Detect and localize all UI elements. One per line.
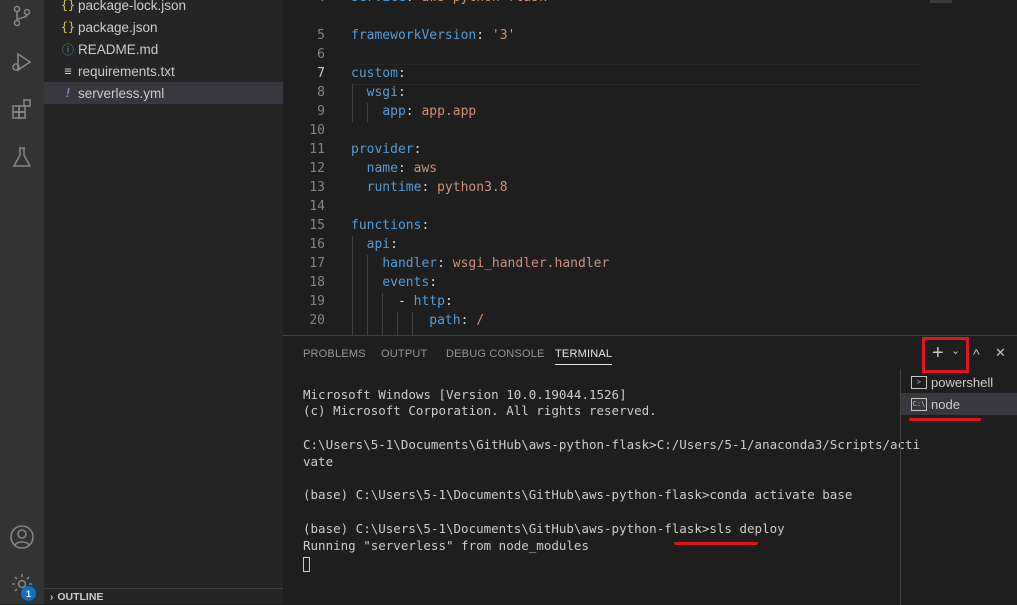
activity-bar: 1	[0, 0, 44, 604]
code-line: runtime: python3.8	[366, 180, 508, 195]
terminal-name: powershell	[931, 374, 994, 390]
explorer-sidebar: {} package-lock.json {} package.json ⓘ R…	[44, 0, 283, 604]
terminal-line: (c) Microsoft Corporation. All rights re…	[303, 403, 657, 418]
terminal-line: (base) C:\Users\5-1\Documents\GitHub\aws…	[303, 521, 785, 536]
yaml-file-icon: !	[64, 86, 72, 100]
line-number: 5	[317, 28, 325, 43]
terminal-line: vate	[303, 454, 334, 469]
file-package-lock-json[interactable]: {} package-lock.json	[44, 0, 283, 16]
line-number: 4	[283, 0, 325, 7]
terminal-icon: >	[911, 375, 927, 389]
highlight-underline	[674, 542, 758, 545]
line-number: 17	[309, 256, 325, 271]
outline-label: OUTLINE	[57, 591, 104, 603]
code-line: handler: wsgi_handler.handler	[382, 256, 610, 271]
terminal-line: C:\Users\5-1\Documents\GitHub\aws-python…	[303, 437, 921, 452]
tab-output[interactable]: OUTPUT	[381, 348, 427, 360]
line-number: 18	[309, 275, 325, 290]
file-label: serverless.yml	[78, 85, 165, 101]
file-label: README.md	[78, 41, 159, 57]
line-number: 12	[309, 161, 325, 176]
terminal-line: Running "serverless" from node_modules	[303, 538, 589, 553]
terminal-line: (base) C:\Users\5-1\Documents\GitHub\aws…	[303, 487, 853, 502]
tab-terminal[interactable]: TERMINAL	[555, 348, 613, 365]
line-number: 11	[309, 142, 325, 157]
terminal-cursor	[303, 557, 310, 572]
file-requirements-txt[interactable]: ≡ requirements.txt	[44, 60, 283, 82]
terminal-item-node[interactable]: C:\ node	[901, 393, 1017, 415]
cmd-terminal-icon: C:\	[911, 397, 927, 411]
current-line-highlight	[351, 64, 921, 85]
line-number: 7	[317, 66, 325, 81]
code-line: frameworkVersion: '3'	[351, 28, 516, 43]
outline-section-header[interactable]: › OUTLINE	[44, 588, 283, 605]
line-number: 9	[317, 104, 325, 119]
line-number: 8	[317, 85, 325, 100]
highlight-underline	[909, 418, 981, 421]
json-file-icon: {}	[60, 20, 76, 34]
terminal-name: node	[931, 396, 960, 412]
code-line: name: aws	[366, 161, 438, 176]
line-number: 13	[309, 180, 325, 195]
code-line: app: app.app	[382, 104, 477, 119]
line-number: 6	[317, 47, 325, 62]
notification-badge: 1	[21, 586, 36, 601]
line-number: 20	[309, 313, 325, 328]
line-number: 10	[309, 123, 325, 138]
run-debug-icon[interactable]	[6, 46, 38, 78]
maximize-panel-button[interactable]: ^	[973, 346, 980, 362]
file-label: requirements.txt	[78, 63, 175, 79]
line-number: 15	[309, 218, 325, 233]
file-serverless-yml[interactable]: ! serverless.yml	[44, 82, 283, 104]
tab-problems[interactable]: PROBLEMS	[303, 348, 366, 360]
account-icon[interactable]	[6, 521, 38, 553]
code-line: service: aws-python-flask	[351, 0, 547, 7]
file-label: package-lock.json	[78, 0, 187, 13]
tab-debug-console[interactable]: DEBUG CONSOLE	[446, 348, 545, 360]
file-readme-md[interactable]: ⓘ README.md	[44, 38, 283, 60]
json-file-icon: {}	[60, 0, 76, 12]
bottom-panel: PROBLEMS OUTPUT DEBUG CONSOLE TERMINAL +…	[283, 335, 1017, 605]
terminal-item-powershell[interactable]: > powershell	[901, 371, 1017, 393]
line-number: 16	[309, 237, 325, 252]
file-package-json[interactable]: {} package.json	[44, 16, 283, 38]
code-line: api:	[366, 237, 398, 252]
minimap[interactable]	[930, 0, 952, 3]
source-control-icon[interactable]	[6, 0, 38, 32]
close-panel-button[interactable]: ✕	[995, 345, 1006, 361]
code-line: wsgi:	[366, 85, 406, 100]
chevron-right-icon: ›	[50, 591, 54, 603]
code-line: - http:	[351, 294, 453, 309]
text-file-icon: ≡	[64, 64, 72, 78]
code-line: custom:	[351, 66, 406, 81]
code-line: functions:	[351, 218, 430, 233]
file-label: package.json	[78, 19, 158, 35]
code-line: events:	[382, 275, 438, 290]
highlight-box	[922, 337, 969, 373]
line-number: 14	[309, 199, 325, 214]
info-file-icon: ⓘ	[61, 42, 74, 57]
code-editor[interactable]: 4 service: aws-python-flask 5 frameworkV…	[283, 0, 1017, 335]
extensions-icon[interactable]	[6, 93, 38, 125]
testing-icon[interactable]	[6, 141, 38, 173]
line-number: 19	[309, 294, 325, 309]
terminal-list: > powershell C:\ node	[900, 369, 1017, 605]
terminal-line: Microsoft Windows [Version 10.0.19044.15…	[303, 387, 627, 402]
code-line: provider:	[351, 142, 422, 157]
code-line: path: /	[429, 313, 485, 328]
